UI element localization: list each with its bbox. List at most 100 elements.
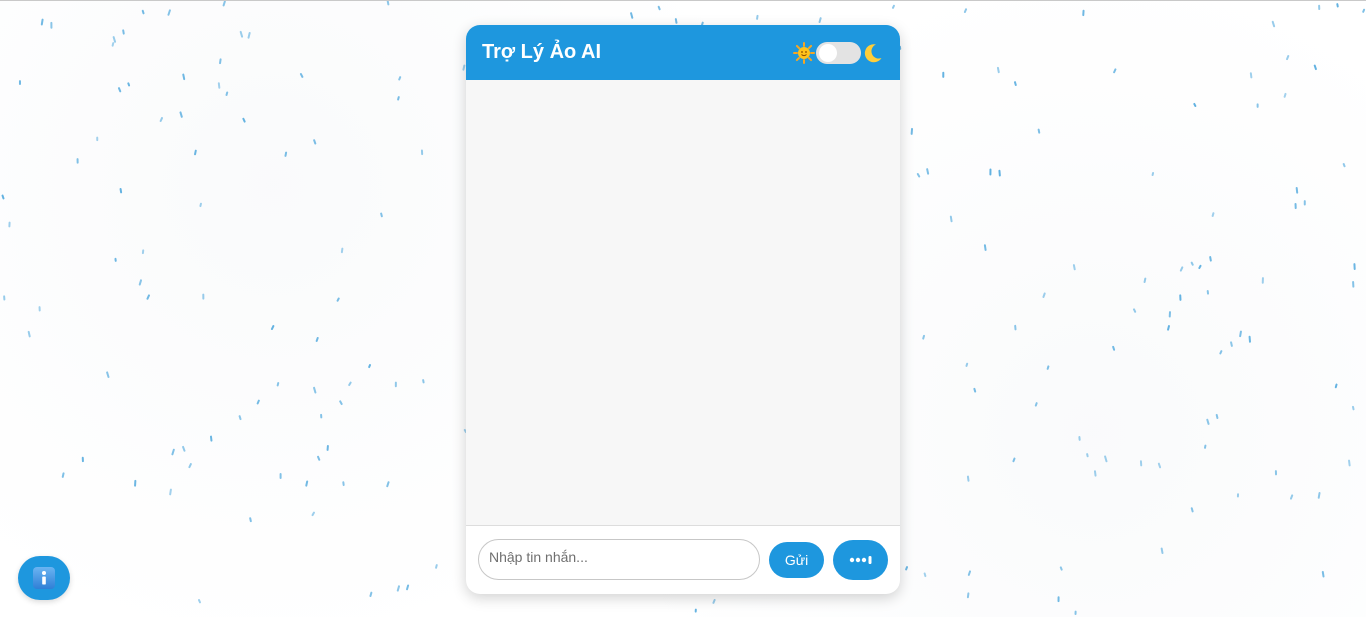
particle	[818, 17, 822, 24]
particle	[386, 1, 390, 6]
particle	[111, 42, 115, 47]
particle	[1362, 8, 1366, 13]
particle	[1112, 345, 1116, 351]
particle	[406, 584, 410, 591]
particle	[1219, 350, 1223, 355]
info-button[interactable]	[18, 556, 70, 600]
particle	[1209, 256, 1212, 262]
particle	[182, 445, 186, 452]
particle	[397, 96, 400, 101]
particle	[225, 91, 229, 96]
particle	[1190, 507, 1194, 513]
message-input[interactable]	[478, 539, 760, 580]
sun-icon	[793, 41, 815, 64]
chat-title: Trợ Lý Ảo AI	[482, 41, 602, 63]
particle	[141, 9, 145, 15]
particle	[1, 194, 5, 200]
particle	[106, 371, 110, 378]
particle	[197, 599, 201, 604]
theme-switch[interactable]	[793, 41, 884, 64]
particle	[1104, 455, 1108, 463]
particle	[1034, 402, 1038, 407]
particle	[396, 585, 400, 592]
particle	[966, 475, 970, 482]
particle	[996, 66, 1000, 74]
particle	[284, 151, 288, 157]
particle	[905, 566, 909, 571]
particle	[313, 139, 317, 145]
particle	[1042, 292, 1046, 299]
particle	[1193, 102, 1197, 107]
particle	[1059, 566, 1063, 571]
particle	[1206, 418, 1210, 425]
particle	[1321, 570, 1325, 578]
particle	[1179, 266, 1184, 272]
particle	[299, 73, 304, 78]
particle	[1271, 20, 1276, 28]
particle	[348, 381, 352, 387]
particle	[188, 463, 192, 469]
particle	[1143, 277, 1147, 283]
particle	[340, 247, 344, 254]
particle	[167, 9, 171, 16]
particle	[926, 168, 930, 175]
particle	[368, 364, 372, 369]
particle	[199, 202, 202, 208]
particle	[1157, 462, 1162, 469]
message-list	[466, 80, 900, 526]
particle	[983, 244, 987, 251]
particle	[891, 4, 895, 9]
particle	[127, 82, 131, 87]
particle	[630, 12, 634, 19]
particle	[179, 111, 183, 118]
particle	[1013, 81, 1017, 87]
particle	[1239, 330, 1242, 338]
particle	[159, 117, 163, 122]
particle	[1351, 405, 1355, 411]
info-icon	[33, 567, 55, 589]
particle	[119, 188, 123, 194]
send-button[interactable]: Gửi	[769, 542, 824, 578]
particle	[949, 215, 953, 223]
particle	[182, 73, 186, 81]
particle	[973, 387, 977, 393]
particle	[967, 570, 972, 576]
particle	[963, 8, 968, 14]
particle	[1012, 457, 1016, 463]
theme-toggle[interactable]	[816, 41, 861, 64]
particle	[61, 472, 65, 478]
particle	[1046, 365, 1050, 370]
particle	[276, 382, 280, 387]
particle	[112, 36, 117, 43]
particle	[1348, 459, 1351, 467]
input-bar: Gửi	[466, 526, 900, 594]
particle	[657, 5, 661, 11]
particle	[386, 481, 390, 488]
chat-window: Trợ Lý Ảo AI Nhập tin nhắn... Gửi	[466, 25, 900, 594]
particle	[315, 336, 319, 342]
particle	[1198, 264, 1202, 270]
particle	[965, 362, 969, 367]
particle	[1286, 55, 1290, 61]
particle	[238, 415, 242, 421]
particle	[1283, 92, 1287, 98]
voice-button[interactable]	[833, 540, 888, 580]
particle	[242, 117, 246, 123]
particle	[380, 212, 383, 218]
particle	[1037, 128, 1041, 134]
particle	[40, 18, 44, 26]
toggle-knob	[819, 43, 837, 62]
particle	[1289, 494, 1294, 500]
particle	[923, 572, 927, 578]
particle	[256, 399, 260, 405]
particle	[169, 488, 172, 496]
particle	[1093, 470, 1097, 477]
particle	[712, 598, 716, 604]
particle	[247, 32, 251, 39]
particle	[1072, 264, 1076, 271]
particle	[313, 386, 317, 394]
particle	[249, 517, 252, 523]
particle	[222, 1, 226, 7]
particle	[1113, 68, 1117, 74]
particle	[1132, 308, 1137, 313]
